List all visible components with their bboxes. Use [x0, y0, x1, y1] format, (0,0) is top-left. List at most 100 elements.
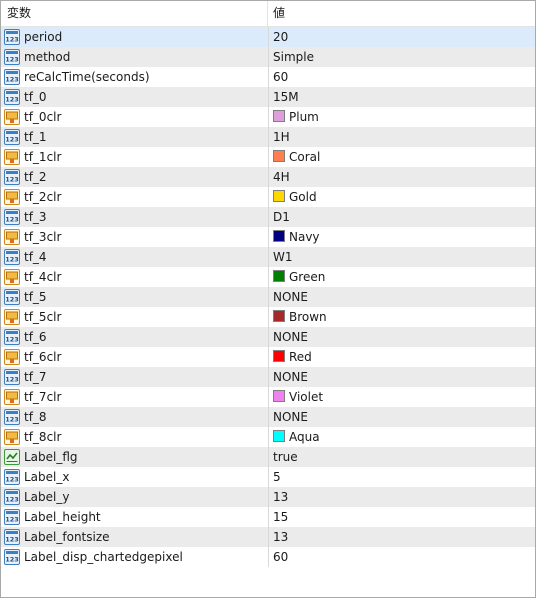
param-value-cell[interactable]: Red — [268, 347, 535, 367]
param-name-cell[interactable]: tf_5clr — [1, 307, 267, 327]
param-value-cell[interactable]: Brown — [268, 307, 535, 327]
param-row-tf-7clr[interactable]: tf_7clr Violet — [1, 387, 535, 407]
param-name-cell[interactable]: tf_8clr — [1, 427, 267, 447]
param-value-cell[interactable]: Green — [268, 267, 535, 287]
color-swatch[interactable] — [273, 150, 285, 162]
param-name-cell[interactable]: 123 tf_7 — [1, 367, 267, 387]
param-row-tf-1[interactable]: 123 tf_1 1H — [1, 127, 535, 147]
param-row-tf-7[interactable]: 123 tf_7 NONE — [1, 367, 535, 387]
param-value-cell[interactable]: Aqua — [268, 427, 535, 447]
param-row-tf-6clr[interactable]: tf_6clr Red — [1, 347, 535, 367]
param-value-cell[interactable]: 15M — [268, 87, 535, 107]
color-swatch[interactable] — [273, 390, 285, 402]
param-name-cell[interactable]: tf_1clr — [1, 147, 267, 167]
param-value-cell[interactable]: 5 — [268, 467, 535, 487]
param-row-label-disp-chartedgepixel[interactable]: 123 Label_disp_chartedgepixel 60 — [1, 547, 535, 567]
color-swatch[interactable] — [273, 430, 285, 442]
svg-text:123: 123 — [5, 296, 19, 304]
param-name-cell[interactable]: 123 reCalcTime(seconds) — [1, 67, 267, 87]
int-icon: 123 — [4, 89, 20, 105]
param-value: Brown — [289, 310, 327, 324]
param-value-cell[interactable]: NONE — [268, 287, 535, 307]
param-value-cell[interactable]: 15 — [268, 507, 535, 527]
param-value-cell[interactable]: 60 — [268, 547, 535, 567]
param-row-tf-6[interactable]: 123 tf_6 NONE — [1, 327, 535, 347]
param-row-label-x[interactable]: 123 Label_x 5 — [1, 467, 535, 487]
color-swatch[interactable] — [273, 190, 285, 202]
param-value-cell[interactable]: Plum — [268, 107, 535, 127]
param-name-cell[interactable]: 123 Label_y — [1, 487, 267, 507]
svg-text:123: 123 — [5, 256, 19, 264]
color-swatch[interactable] — [273, 310, 285, 322]
param-name-cell[interactable]: 123 Label_height — [1, 507, 267, 527]
param-value-cell[interactable]: Simple — [268, 47, 535, 67]
int-icon: 123 — [4, 69, 20, 85]
param-value-cell[interactable]: NONE — [268, 367, 535, 387]
param-value-cell[interactable]: NONE — [268, 327, 535, 347]
param-row-label-height[interactable]: 123 Label_height 15 — [1, 507, 535, 527]
param-row-label-fontsize[interactable]: 123 Label_fontsize 13 — [1, 527, 535, 547]
param-value-cell[interactable]: Navy — [268, 227, 535, 247]
param-value-cell[interactable]: 60 — [268, 67, 535, 87]
header-value[interactable]: 値 — [273, 1, 285, 26]
param-row-tf-8[interactable]: 123 tf_8 NONE — [1, 407, 535, 427]
param-value-cell[interactable]: true — [268, 447, 535, 467]
param-value-cell[interactable]: NONE — [268, 407, 535, 427]
header-variable[interactable]: 変数 — [7, 1, 265, 26]
param-value-cell[interactable]: Violet — [268, 387, 535, 407]
param-name-cell[interactable]: 123 Label_disp_chartedgepixel — [1, 547, 267, 567]
param-name-cell[interactable]: Label_flg — [1, 447, 267, 467]
param-row-tf-3[interactable]: 123 tf_3 D1 — [1, 207, 535, 227]
param-name-cell[interactable]: 123 Label_x — [1, 467, 267, 487]
param-value-cell[interactable]: Coral — [268, 147, 535, 167]
param-row-tf-2[interactable]: 123 tf_2 4H — [1, 167, 535, 187]
param-row-tf-5[interactable]: 123 tf_5 NONE — [1, 287, 535, 307]
param-name-cell[interactable]: 123 period — [1, 27, 267, 47]
param-row-label-y[interactable]: 123 Label_y 13 — [1, 487, 535, 507]
param-value: Aqua — [289, 430, 320, 444]
param-name-cell[interactable]: 123 method — [1, 47, 267, 67]
color-swatch[interactable] — [273, 230, 285, 242]
param-row-tf-8clr[interactable]: tf_8clr Aqua — [1, 427, 535, 447]
param-name-cell[interactable]: 123 tf_2 — [1, 167, 267, 187]
color-swatch[interactable] — [273, 350, 285, 362]
param-row-period[interactable]: 123 period 20 — [1, 27, 535, 47]
param-value-cell[interactable]: D1 — [268, 207, 535, 227]
color-swatch[interactable] — [273, 270, 285, 282]
param-value: 5 — [273, 470, 281, 484]
param-name-cell[interactable]: tf_3clr — [1, 227, 267, 247]
param-name-cell[interactable]: tf_7clr — [1, 387, 267, 407]
param-name-cell[interactable]: 123 tf_6 — [1, 327, 267, 347]
param-value-cell[interactable]: Gold — [268, 187, 535, 207]
param-name-cell[interactable]: 123 tf_8 — [1, 407, 267, 427]
param-value-cell[interactable]: W1 — [268, 247, 535, 267]
param-value-cell[interactable]: 13 — [268, 487, 535, 507]
param-name-cell[interactable]: 123 tf_5 — [1, 287, 267, 307]
param-row-label-flg[interactable]: Label_flg true — [1, 447, 535, 467]
param-name-cell[interactable]: tf_0clr — [1, 107, 267, 127]
param-row-tf-5clr[interactable]: tf_5clr Brown — [1, 307, 535, 327]
param-row-tf-0[interactable]: 123 tf_0 15M — [1, 87, 535, 107]
param-value-cell[interactable]: 1H — [268, 127, 535, 147]
param-name-cell[interactable]: 123 tf_3 — [1, 207, 267, 227]
param-row-tf-3clr[interactable]: tf_3clr Navy — [1, 227, 535, 247]
param-value-cell[interactable]: 13 — [268, 527, 535, 547]
param-row-tf-4[interactable]: 123 tf_4 W1 — [1, 247, 535, 267]
param-name-cell[interactable]: tf_4clr — [1, 267, 267, 287]
header-separator[interactable] — [267, 1, 268, 26]
param-row-tf-2clr[interactable]: tf_2clr Gold — [1, 187, 535, 207]
param-value-cell[interactable]: 4H — [268, 167, 535, 187]
param-row-tf-0clr[interactable]: tf_0clr Plum — [1, 107, 535, 127]
param-name-cell[interactable]: 123 tf_0 — [1, 87, 267, 107]
param-row-recalctime-seconds-[interactable]: 123 reCalcTime(seconds) 60 — [1, 67, 535, 87]
param-name-cell[interactable]: 123 tf_4 — [1, 247, 267, 267]
color-swatch[interactable] — [273, 110, 285, 122]
param-name-cell[interactable]: 123 Label_fontsize — [1, 527, 267, 547]
param-row-tf-1clr[interactable]: tf_1clr Coral — [1, 147, 535, 167]
param-value-cell[interactable]: 20 — [268, 27, 535, 47]
param-row-method[interactable]: 123 method Simple — [1, 47, 535, 67]
param-name-cell[interactable]: tf_2clr — [1, 187, 267, 207]
param-row-tf-4clr[interactable]: tf_4clr Green — [1, 267, 535, 287]
param-name-cell[interactable]: tf_6clr — [1, 347, 267, 367]
param-name-cell[interactable]: 123 tf_1 — [1, 127, 267, 147]
